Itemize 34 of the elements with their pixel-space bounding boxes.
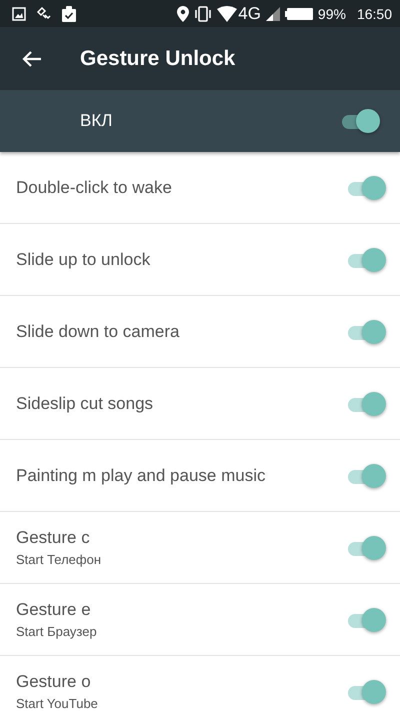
setting-description: Start Браузер	[16, 624, 98, 639]
setting-title: Slide down to camera	[16, 322, 180, 342]
setting-description: Start Телефон	[16, 552, 102, 567]
toggle-switch[interactable]	[340, 108, 380, 134]
toggle-switch[interactable]	[346, 390, 386, 416]
master-switch-label: ВКЛ	[80, 111, 114, 131]
toggle-switch[interactable]	[346, 678, 386, 704]
satellite-icon	[36, 6, 52, 22]
toggle-switch[interactable]	[346, 318, 386, 344]
screen-title: Gesture Unlock	[80, 46, 236, 70]
toggle-switch[interactable]	[346, 606, 386, 632]
back-button[interactable]	[22, 48, 42, 68]
wifi-icon	[217, 6, 238, 22]
setting-title: Sideslip cut songs	[16, 394, 154, 414]
setting-description: Start YouTube	[16, 696, 99, 711]
battery-percentage: 99%	[318, 6, 346, 22]
vibrate-icon	[194, 6, 212, 22]
image-icon	[12, 6, 26, 20]
setting-title: Painting m play and pause music	[16, 466, 266, 486]
setting-title: Slide up to unlock	[16, 250, 152, 270]
network-type: 4G	[238, 4, 261, 24]
toggle-switch[interactable]	[346, 462, 386, 488]
clock-time: 16:50	[356, 6, 392, 22]
setting-title: Double-click to wake	[16, 178, 173, 198]
setting-title: Gesture e	[16, 600, 92, 620]
toggle-switch[interactable]	[346, 174, 386, 200]
signal-icon	[266, 6, 280, 20]
location-pin-icon	[177, 6, 190, 22]
toggle-switch[interactable]	[346, 534, 386, 560]
toggle-switch[interactable]	[346, 246, 386, 272]
clipboard-check-icon	[62, 6, 76, 22]
setting-title: Gesture c	[16, 528, 91, 548]
battery-icon	[284, 8, 313, 20]
setting-title: Gesture o	[16, 672, 92, 692]
